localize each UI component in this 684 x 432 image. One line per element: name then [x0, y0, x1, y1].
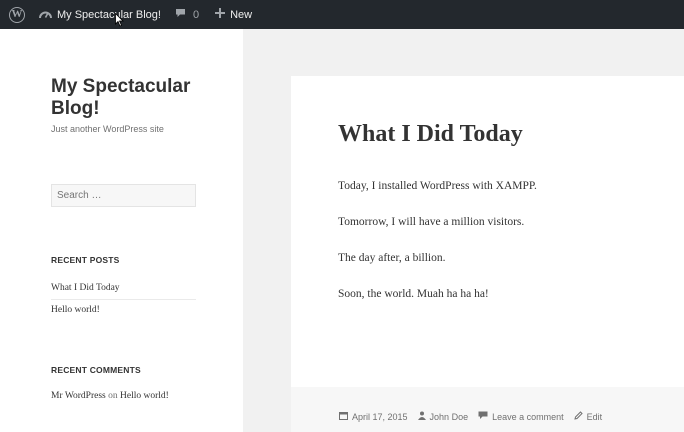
recent-post-link[interactable]: Hello world!: [51, 305, 100, 315]
edit-label: Edit: [586, 411, 603, 422]
comments-menu[interactable]: 0: [167, 0, 205, 29]
recent-post-link[interactable]: What I Did Today: [51, 283, 120, 293]
post-footer: April 17, 2015 John Doe Leave a comment …: [291, 387, 684, 432]
calendar-icon: [339, 411, 348, 422]
sidebar: My Spectacular Blog! Just another WordPr…: [0, 29, 243, 432]
new-label: New: [230, 8, 253, 21]
leave-comment-label: Leave a comment: [492, 411, 564, 422]
search-input[interactable]: [51, 184, 196, 207]
admin-bar: W My Spectacular Blog! 0 New: [0, 0, 684, 29]
site-name-label: My Spectacular Blog!: [57, 8, 161, 21]
wordpress-logo-icon: W: [9, 6, 25, 23]
post-author: John Doe: [429, 411, 469, 422]
post-paragraph: Soon, the world. Muah ha ha ha!: [338, 288, 489, 300]
plus-icon: [215, 8, 226, 21]
recent-posts-list: What I Did Today Hello world!: [51, 278, 196, 322]
comment-bubble-icon: [175, 8, 186, 21]
list-item: Hello world!: [51, 300, 196, 322]
post-meta: April 17, 2015 John Doe Leave a comment …: [339, 411, 612, 422]
post-paragraph: Today, I installed WordPress with XAMPP.: [338, 180, 537, 192]
site-description: Just another WordPress site: [51, 124, 164, 134]
site-title[interactable]: My Spectacular Blog!: [51, 76, 211, 120]
post-author-link[interactable]: John Doe: [417, 411, 469, 422]
dashboard-icon: [39, 8, 52, 22]
comment-author-link[interactable]: Mr WordPress: [51, 391, 106, 401]
new-content-menu[interactable]: New: [205, 0, 258, 29]
post-date: April 17, 2015: [352, 411, 408, 422]
comments-count: 0: [192, 8, 200, 21]
site-name-menu[interactable]: My Spectacular Blog!: [31, 0, 167, 29]
mouse-pointer-icon: [115, 13, 124, 27]
recent-comments-list: Mr WordPress on Hello world!: [51, 388, 196, 404]
post-article: What I Did Today Today, I installed Word…: [291, 76, 684, 387]
post-title[interactable]: What I Did Today: [338, 121, 523, 148]
edit-link[interactable]: Edit: [573, 411, 603, 422]
leave-comment-link[interactable]: Leave a comment: [478, 411, 564, 422]
post-paragraph: The day after, a billion.: [338, 252, 446, 264]
wordpress-logo-menu[interactable]: W: [0, 0, 31, 29]
list-item: Mr WordPress on Hello world!: [51, 388, 196, 404]
list-item: What I Did Today: [51, 278, 196, 300]
comment-post-link[interactable]: Hello world!: [120, 391, 169, 401]
comment-bubble-icon: [478, 411, 488, 422]
on-word: on: [108, 391, 118, 401]
post-paragraph: Tomorrow, I will have a million visitors…: [338, 216, 525, 228]
post-date-link[interactable]: April 17, 2015: [339, 411, 408, 422]
recent-posts-heading: RECENT POSTS: [51, 255, 120, 265]
user-icon: [417, 411, 426, 422]
pencil-icon: [573, 411, 583, 422]
recent-comments-heading: RECENT COMMENTS: [51, 365, 141, 375]
